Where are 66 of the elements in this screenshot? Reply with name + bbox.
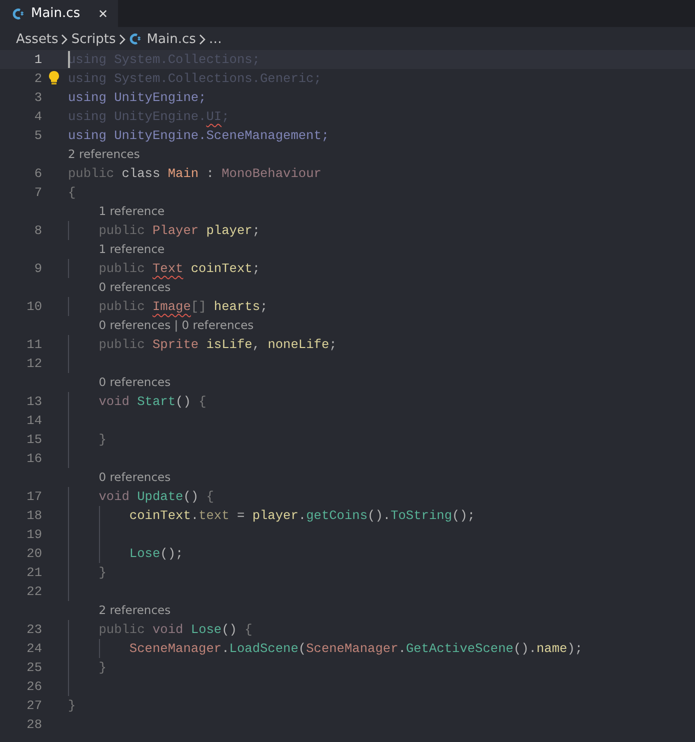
code-line: public void Lose() { xyxy=(98,621,252,639)
line-number: 4 xyxy=(33,108,42,126)
code-line: } xyxy=(98,431,106,449)
code-line: } xyxy=(98,564,106,582)
line-number: 6 xyxy=(33,165,42,183)
line-number: 24 xyxy=(26,640,42,658)
chevron-icon xyxy=(118,34,126,44)
close-button[interactable]: ✕ xyxy=(88,6,118,20)
line-number: 27 xyxy=(26,697,42,715)
code-line: public Player player; xyxy=(98,222,260,240)
code-line: } xyxy=(68,697,76,715)
code-lens[interactable]: 0 references xyxy=(98,373,171,392)
breadcrumb-item[interactable]: … xyxy=(208,32,222,46)
line-number: 22 xyxy=(26,583,42,601)
line-number: 18 xyxy=(26,507,42,525)
code-lens[interactable]: 0 references | 0 references xyxy=(98,316,254,335)
csharp-file-icon xyxy=(12,8,25,20)
code-lens[interactable]: 2 references xyxy=(68,145,140,164)
code-line: public Sprite isLife, noneLife; xyxy=(98,336,337,354)
code-lens[interactable]: 2 references xyxy=(98,601,171,620)
line-number: 19 xyxy=(26,526,42,544)
code-lens[interactable]: 1 reference xyxy=(98,240,165,259)
breadcrumb-item[interactable]: Main.cs xyxy=(146,32,196,46)
line-number: 10 xyxy=(26,298,42,316)
csharp-file-icon xyxy=(128,33,142,45)
line-number: 3 xyxy=(33,89,42,107)
breadcrumb-item[interactable]: Assets xyxy=(16,32,58,46)
code-lens[interactable]: 1 reference xyxy=(98,202,165,221)
code-line: public Image[] hearts; xyxy=(98,298,268,316)
code-line: void Start() { xyxy=(98,393,206,411)
code-line: coinText.text = player.getCoins().ToString(); xyxy=(128,507,476,525)
chevron-icon xyxy=(198,34,206,44)
line-number: 8 xyxy=(33,222,42,240)
line-number: 23 xyxy=(26,621,42,639)
code-line: public class Main : MonoBehaviour xyxy=(68,165,322,183)
line-number: 26 xyxy=(26,678,42,696)
code-line: using UnityEngine.SceneManagement; xyxy=(68,127,330,145)
line-number: 21 xyxy=(26,564,42,582)
code-line: void Update() { xyxy=(98,488,214,506)
line-number: 5 xyxy=(33,127,42,145)
line-number: 1 xyxy=(33,51,42,69)
line-number: 2 xyxy=(33,70,42,88)
editor-tab[interactable]: Main.cs ✕ xyxy=(0,0,118,27)
code-line: SceneManager.LoadScene(SceneManager.GetActiveScene().name); xyxy=(128,640,583,658)
code-lens[interactable]: 0 references xyxy=(98,278,171,297)
code-lens[interactable]: 0 references xyxy=(98,468,171,487)
lightbulb-icon[interactable] xyxy=(48,70,60,86)
chevron-icon xyxy=(61,34,68,44)
line-number: 14 xyxy=(26,412,42,430)
code-line: } xyxy=(98,659,106,677)
line-number: 28 xyxy=(26,716,42,734)
breadcrumb-item[interactable]: Scripts xyxy=(71,32,116,46)
line-number: 25 xyxy=(26,659,42,677)
code-line: { xyxy=(68,184,76,202)
code-line: using UnityEngine; xyxy=(68,89,206,107)
line-number: 13 xyxy=(26,393,42,411)
line-number: 17 xyxy=(26,488,42,506)
line-number: 12 xyxy=(26,355,42,373)
line-number: 7 xyxy=(33,184,42,202)
line-number: 15 xyxy=(26,431,42,449)
line-number: 11 xyxy=(26,336,42,354)
line-number: 20 xyxy=(26,545,42,563)
code-line: public Text coinText; xyxy=(98,260,260,278)
line-number: 16 xyxy=(26,450,42,468)
code-line: Lose(); xyxy=(128,545,184,563)
line-number: 9 xyxy=(33,260,42,278)
